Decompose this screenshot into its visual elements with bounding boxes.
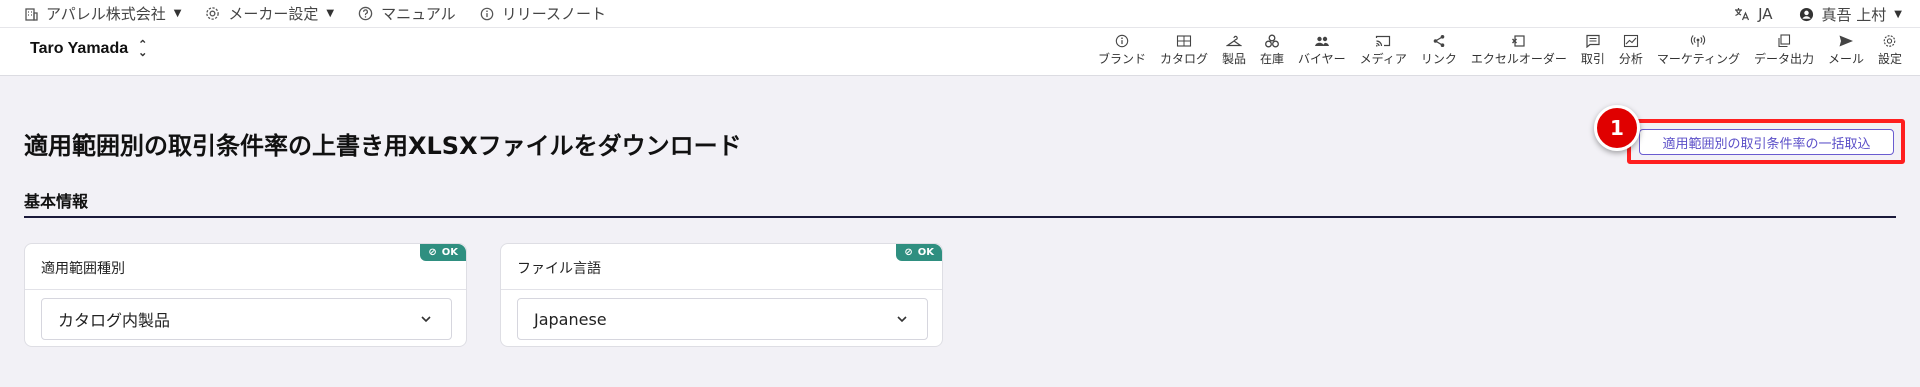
gear-icon <box>206 7 220 20</box>
nav-analytics[interactable]: 分析 <box>1619 34 1643 67</box>
chevron-up-down-icon: ⌃ ⌄ <box>138 39 148 59</box>
hanger-icon <box>1226 35 1242 47</box>
nav-inventory[interactable]: 在庫 <box>1260 34 1284 67</box>
caret-down-icon: ▼ <box>173 8 182 19</box>
company-name: アパレル株式会社 <box>46 5 166 23</box>
nav-excel-order[interactable]: エクセルオーダー <box>1471 34 1567 67</box>
nav-label: エクセルオーダー <box>1470 52 1567 66</box>
nav-label: 在庫 <box>1260 52 1285 66</box>
release-notes-label: リリースノート <box>501 5 606 23</box>
nav-products[interactable]: 製品 <box>1222 34 1246 67</box>
status-badge: ⊘ OK <box>420 244 466 261</box>
user-name: 真吾 上村 <box>1821 5 1887 24</box>
caret-down-icon: ▼ <box>326 8 335 19</box>
status-badge-label: OK <box>441 247 458 258</box>
maker-settings-label: メーカー設定 <box>228 5 319 23</box>
chart-icon <box>1623 34 1638 48</box>
section-title: 基本情報 <box>24 192 89 211</box>
scope-type-select[interactable]: カタログ内製品 <box>41 298 452 340</box>
user-menu[interactable]: 真吾 上村 ▼ <box>1799 0 1902 28</box>
nav-label: 取引 <box>1580 52 1605 66</box>
chevron-down-icon <box>421 316 431 323</box>
top-utility-bar: アパレル株式会社 ▼ メーカー設定 ▼ マニュアル リリースノート JA 真吾 … <box>0 0 1920 28</box>
check-circle-icon: ⊘ <box>904 247 913 258</box>
nav-mail[interactable]: メール <box>1828 34 1864 67</box>
scope-type-card: 適用範囲種別 ⊘ OK カタログ内製品 <box>24 243 467 347</box>
nav-label: ブランド <box>1097 52 1146 66</box>
share-icon <box>1433 35 1445 47</box>
nav-buyers[interactable]: バイヤー <box>1298 34 1346 67</box>
nav-label: 製品 <box>1222 52 1247 66</box>
card-label: ファイル言語 <box>517 261 601 277</box>
bulk-import-button[interactable]: 適用範囲別の取引条件率の一括取込 <box>1639 129 1894 155</box>
status-badge-label: OK <box>917 247 934 258</box>
language-label: JA <box>1758 5 1773 23</box>
chat-icon <box>1586 34 1600 48</box>
select-value: カタログ内製品 <box>58 311 171 330</box>
file-language-select[interactable]: Japanese <box>517 298 928 340</box>
user-circle-icon <box>1799 7 1813 21</box>
nav-settings[interactable]: 設定 <box>1878 34 1902 67</box>
catalog-icon <box>1176 35 1192 47</box>
main-navbar: Taro Yamada ⌃ ⌄ ブランド カタログ 製品 在庫 バイヤー メディア <box>0 28 1920 76</box>
info-circle-icon <box>1115 34 1129 48</box>
building-icon <box>25 7 38 21</box>
boxes-icon <box>1265 34 1279 48</box>
nav-label: マーケティング <box>1656 52 1740 66</box>
nav-label: メディア <box>1359 52 1407 66</box>
nav-label: カタログ <box>1159 52 1208 66</box>
card-divider <box>501 289 942 290</box>
language-switcher[interactable]: JA <box>1734 0 1773 28</box>
people-icon <box>1314 36 1329 46</box>
nav-brand[interactable]: ブランド <box>1098 34 1146 67</box>
chevron-down-icon <box>897 316 907 323</box>
cast-icon <box>1376 35 1391 47</box>
translate-icon <box>1735 8 1750 21</box>
company-switcher[interactable]: アパレル株式会社 ▼ <box>24 0 181 28</box>
nav-label: バイヤー <box>1298 52 1346 66</box>
nav-links[interactable]: リンク <box>1421 34 1457 67</box>
nav-media[interactable]: メディア <box>1360 34 1407 67</box>
nav-data-export[interactable]: データ出力 <box>1754 34 1814 67</box>
info-circle-icon <box>480 7 493 20</box>
nav-label: 分析 <box>1618 52 1643 66</box>
gear-icon <box>1884 35 1896 47</box>
account-switcher[interactable]: Taro Yamada ⌃ ⌄ <box>30 39 148 59</box>
step-badge: 1 <box>1594 105 1640 151</box>
help-circle-icon <box>358 6 373 21</box>
status-badge: ⊘ OK <box>896 244 942 261</box>
check-circle-icon: ⊘ <box>428 247 437 258</box>
broadcast-icon <box>1691 35 1706 47</box>
card-divider <box>25 289 466 290</box>
card-label: 適用範囲種別 <box>41 261 125 277</box>
nav-label: 設定 <box>1877 52 1902 66</box>
select-value: Japanese <box>534 309 607 329</box>
nav-label: データ出力 <box>1753 52 1814 66</box>
section-divider <box>24 216 1896 218</box>
nav-catalog[interactable]: カタログ <box>1160 34 1208 67</box>
manual-label: マニュアル <box>381 5 456 23</box>
nav-label: メール <box>1827 52 1864 66</box>
nav-marketing[interactable]: マーケティング <box>1657 34 1740 67</box>
file-language-card: ファイル言語 ⊘ OK Japanese <box>500 243 943 347</box>
account-name: Taro Yamada <box>30 40 129 57</box>
page-title: 適用範囲別の取引条件率の上書き用XLSXファイルをダウンロード <box>24 132 742 160</box>
manual-link[interactable]: マニュアル <box>358 0 456 28</box>
nav-label: リンク <box>1420 52 1457 66</box>
nav-items: ブランド カタログ 製品 在庫 バイヤー メディア リンク エクセルオーダー 取… <box>1084 34 1902 67</box>
release-notes-link[interactable]: リリースノート <box>480 0 606 28</box>
excel-order-icon <box>1511 35 1525 47</box>
nav-transactions[interactable]: 取引 <box>1581 34 1605 67</box>
copy-icon <box>1778 34 1791 48</box>
caret-down-icon: ▼ <box>1894 8 1902 20</box>
maker-settings-menu[interactable]: メーカー設定 ▼ <box>205 0 334 28</box>
send-icon <box>1839 35 1853 47</box>
